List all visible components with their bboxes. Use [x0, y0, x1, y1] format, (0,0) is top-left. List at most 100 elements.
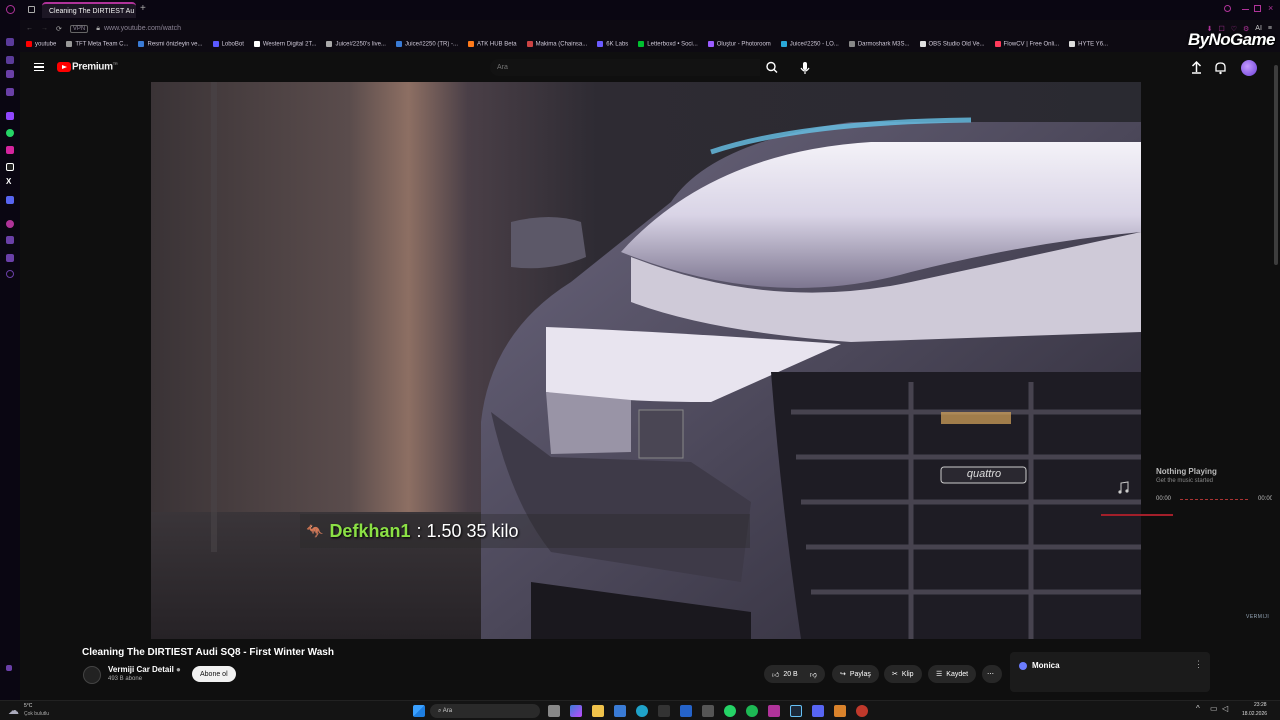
bookmark-item[interactable]: Oluştur - Photoroom [707, 41, 771, 48]
channel-avatar[interactable] [83, 666, 101, 684]
sidebar-extension-icon[interactable] [6, 236, 14, 244]
workspaces-icon[interactable] [28, 6, 35, 13]
sidebar-instagram-icon[interactable] [6, 146, 14, 154]
browser-logo-icon[interactable] [6, 5, 15, 14]
sidebar-tiktok-icon[interactable] [6, 163, 14, 171]
bookmark-item[interactable]: youtube [26, 41, 56, 48]
bookmark-item[interactable]: FlowCV | Free Onli... [994, 41, 1059, 48]
sidebar-music-icon[interactable] [6, 220, 14, 228]
start-icon[interactable] [413, 705, 425, 717]
copilot-icon[interactable] [570, 705, 582, 717]
edge-icon[interactable] [636, 705, 648, 717]
video-player[interactable]: quattro VERMIJI 🦘 Defkhan1 : 1.50 35 kil… [20, 82, 1273, 639]
weather-icon[interactable]: ☁ [8, 704, 19, 717]
voice-search-button[interactable] [795, 58, 815, 78]
browser-app-icon[interactable] [768, 705, 780, 717]
now-playing-progress[interactable] [1180, 499, 1248, 501]
extension-icon[interactable] [1224, 5, 1231, 12]
search-button[interactable] [760, 59, 784, 76]
new-tab-button[interactable]: + [140, 3, 146, 14]
sidebar-settings-icon[interactable] [6, 254, 14, 262]
youtube-premium-logo[interactable]: PremiumTR [72, 61, 118, 72]
whatsapp-icon[interactable] [724, 705, 736, 717]
window-maximize-icon[interactable] [1254, 5, 1261, 12]
bookmark-item[interactable]: Western Digital 2T... [253, 41, 316, 48]
bookmark-item[interactable]: HYTE Y6... [1069, 41, 1108, 48]
reload-icon[interactable]: ⟳ [56, 25, 62, 33]
page-scrollbar[interactable] [1272, 53, 1280, 700]
url-text[interactable]: www.youtube.com/watch [104, 25, 181, 32]
sidebar-add-icon[interactable] [6, 270, 14, 278]
channel-name-text[interactable]: Vermiji Car Detail [108, 665, 174, 674]
hamburger-menu-icon[interactable] [34, 63, 44, 71]
bookmark-item[interactable]: TFT Meta Team C... [66, 41, 128, 48]
vpn-badge[interactable]: VPN [69, 24, 89, 33]
steam-icon[interactable] [790, 705, 802, 717]
sidebar-history-icon[interactable] [6, 70, 14, 78]
scrollbar-thumb[interactable] [1274, 65, 1278, 265]
app-icon-dark[interactable] [658, 705, 670, 717]
bookmark-item[interactable]: 6K Labs [597, 41, 628, 48]
notifications-button[interactable] [1212, 59, 1229, 76]
sidebar-discord-icon[interactable] [6, 196, 14, 204]
weather-desc[interactable]: Çok bulutlu [24, 711, 49, 717]
forward-icon[interactable]: → [41, 25, 48, 32]
account-avatar[interactable] [1241, 60, 1257, 76]
app-icon-red[interactable] [856, 705, 868, 717]
bookmark-item[interactable]: Juice#2250 (TR) -... [395, 41, 458, 48]
video-frame[interactable]: quattro [151, 82, 1141, 639]
clock-date[interactable]: 18.02.2026 [1242, 711, 1267, 717]
bookmark-item[interactable]: Juice#2250 - LO... [780, 41, 839, 48]
sidebar-more-icon[interactable] [6, 665, 12, 671]
tray-chevron-icon[interactable]: ^ [1196, 704, 1200, 713]
clip-button[interactable]: ✂ Klip [884, 665, 922, 683]
bookmark-item[interactable]: Juice#2250's live... [326, 41, 386, 48]
bookmark-label: Oluştur - Photoroom [716, 41, 771, 48]
subscribe-button[interactable]: Abone ol [192, 666, 236, 682]
sidebar-x-icon[interactable]: X [6, 177, 11, 186]
sidebar-home-icon[interactable] [6, 38, 14, 46]
store-icon[interactable] [614, 705, 626, 717]
back-icon[interactable]: ← [26, 25, 33, 32]
sidebar-whatsapp-icon[interactable] [6, 129, 14, 137]
create-button[interactable] [1188, 59, 1205, 76]
taskbar-search[interactable]: ⌕ Ara [430, 704, 540, 718]
window-minimize-icon[interactable] [1242, 9, 1249, 10]
discord-app-icon[interactable] [812, 705, 824, 717]
weather-temp[interactable]: 5°C [24, 703, 32, 709]
sidebar-downloads-icon[interactable] [6, 88, 14, 96]
task-view-icon[interactable] [548, 705, 560, 717]
sidebar-twitch-icon[interactable] [6, 112, 14, 120]
bookmark-item[interactable]: Makima (Chainsa... [526, 41, 587, 48]
spotify-icon[interactable] [746, 705, 758, 717]
save-button[interactable]: ☰ Kaydet [928, 665, 977, 683]
bookmark-item[interactable]: Resmi önizleyin ve... [138, 41, 203, 48]
like-button[interactable]: 👍︎ 20 B 👎︎ [764, 665, 825, 683]
search-input[interactable] [490, 59, 760, 76]
bookmark-item[interactable]: OBS Studio Old Ve... [919, 41, 985, 48]
channel-watermark[interactable]: VERMIJI [1246, 614, 1269, 620]
clock-time[interactable]: 23:28 [1254, 702, 1267, 708]
like-count: 20 B [783, 670, 798, 678]
app-icon-code[interactable] [702, 705, 714, 717]
thumbs-up-icon: 👍︎ [772, 671, 780, 679]
bookmark-item[interactable]: Letterboxd • Soci... [638, 41, 698, 48]
monica-panel[interactable]: Monica ⋮ [1010, 652, 1210, 692]
share-button[interactable]: ↪ Paylaş [832, 665, 879, 683]
monica-more-icon[interactable]: ⋮ [1194, 659, 1203, 670]
app-icon-orange[interactable] [834, 705, 846, 717]
window-close-icon[interactable]: × [1268, 3, 1273, 13]
dislike-icon[interactable]: 👎︎ [810, 670, 817, 679]
volume-icon[interactable]: ◁ [1222, 704, 1228, 713]
network-icon[interactable]: ▭ [1210, 704, 1218, 713]
app-icon-blue[interactable] [680, 705, 692, 717]
sidebar-bookmarks-icon[interactable] [6, 56, 14, 64]
more-actions-button[interactable]: ⋯ [982, 665, 1002, 683]
youtube-logo-icon[interactable] [57, 62, 71, 72]
tab-active[interactable]: Cleaning The DIRTIEST Au × [42, 2, 136, 18]
bookmark-item[interactable]: LoboBot [212, 41, 244, 48]
channel-name[interactable]: Vermiji Car Detail ● [108, 665, 181, 674]
bookmark-item[interactable]: Darmoshark M3S... [848, 41, 910, 48]
bookmark-item[interactable]: ATK HUB Beta [468, 41, 517, 48]
file-explorer-icon[interactable] [592, 705, 604, 717]
